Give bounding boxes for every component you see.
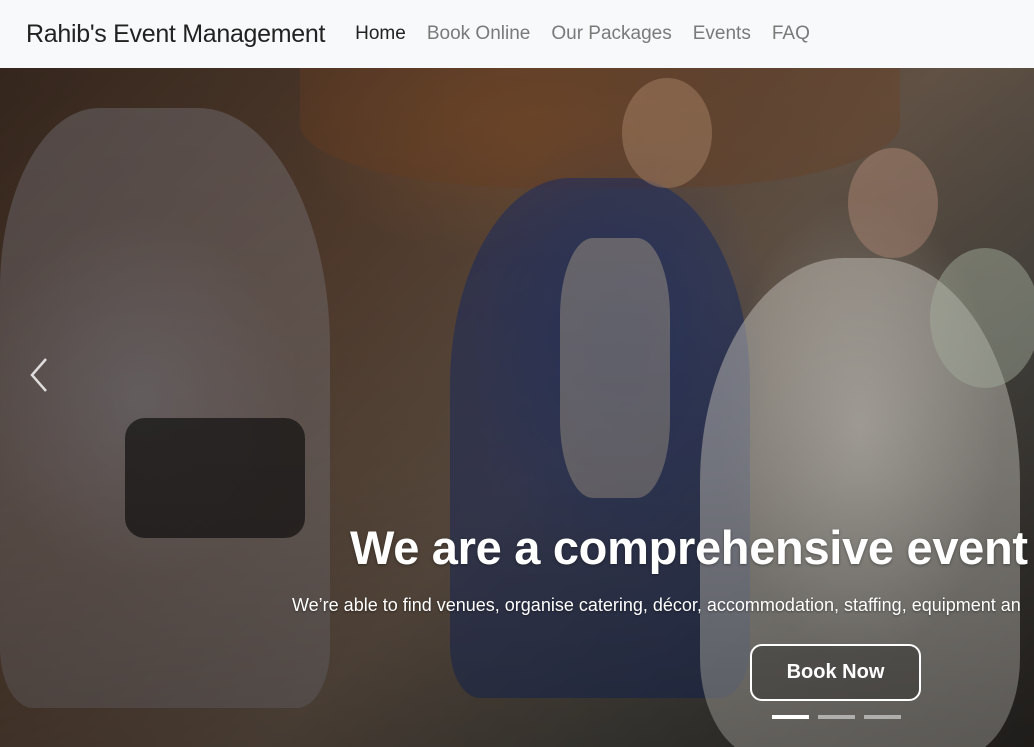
chevron-left-icon[interactable] (28, 355, 54, 395)
nav-link-home[interactable]: Home (355, 23, 406, 45)
hero-subtitle: We’re able to find venues, organise cate… (292, 595, 1021, 615)
nav-links: Home Book Online Our Packages Events FAQ (355, 23, 810, 45)
navbar: Rahib's Event Management Home Book Onlin… (0, 0, 1034, 68)
carousel-indicator-1[interactable] (772, 715, 809, 719)
book-now-button[interactable]: Book Now (750, 644, 921, 701)
brand-logo[interactable]: Rahib's Event Management (26, 20, 325, 49)
carousel-indicator-3[interactable] (864, 715, 901, 719)
hero-title: We are a comprehensive event pla (350, 521, 1034, 574)
nav-link-book-online[interactable]: Book Online (427, 23, 531, 45)
carousel-indicators (772, 715, 901, 719)
hero-carousel: We are a comprehensive event pla We’re a… (0, 68, 1034, 747)
nav-link-faq[interactable]: FAQ (772, 23, 810, 45)
nav-link-our-packages[interactable]: Our Packages (551, 23, 671, 45)
carousel-indicator-2[interactable] (818, 715, 855, 719)
nav-link-events[interactable]: Events (693, 23, 751, 45)
